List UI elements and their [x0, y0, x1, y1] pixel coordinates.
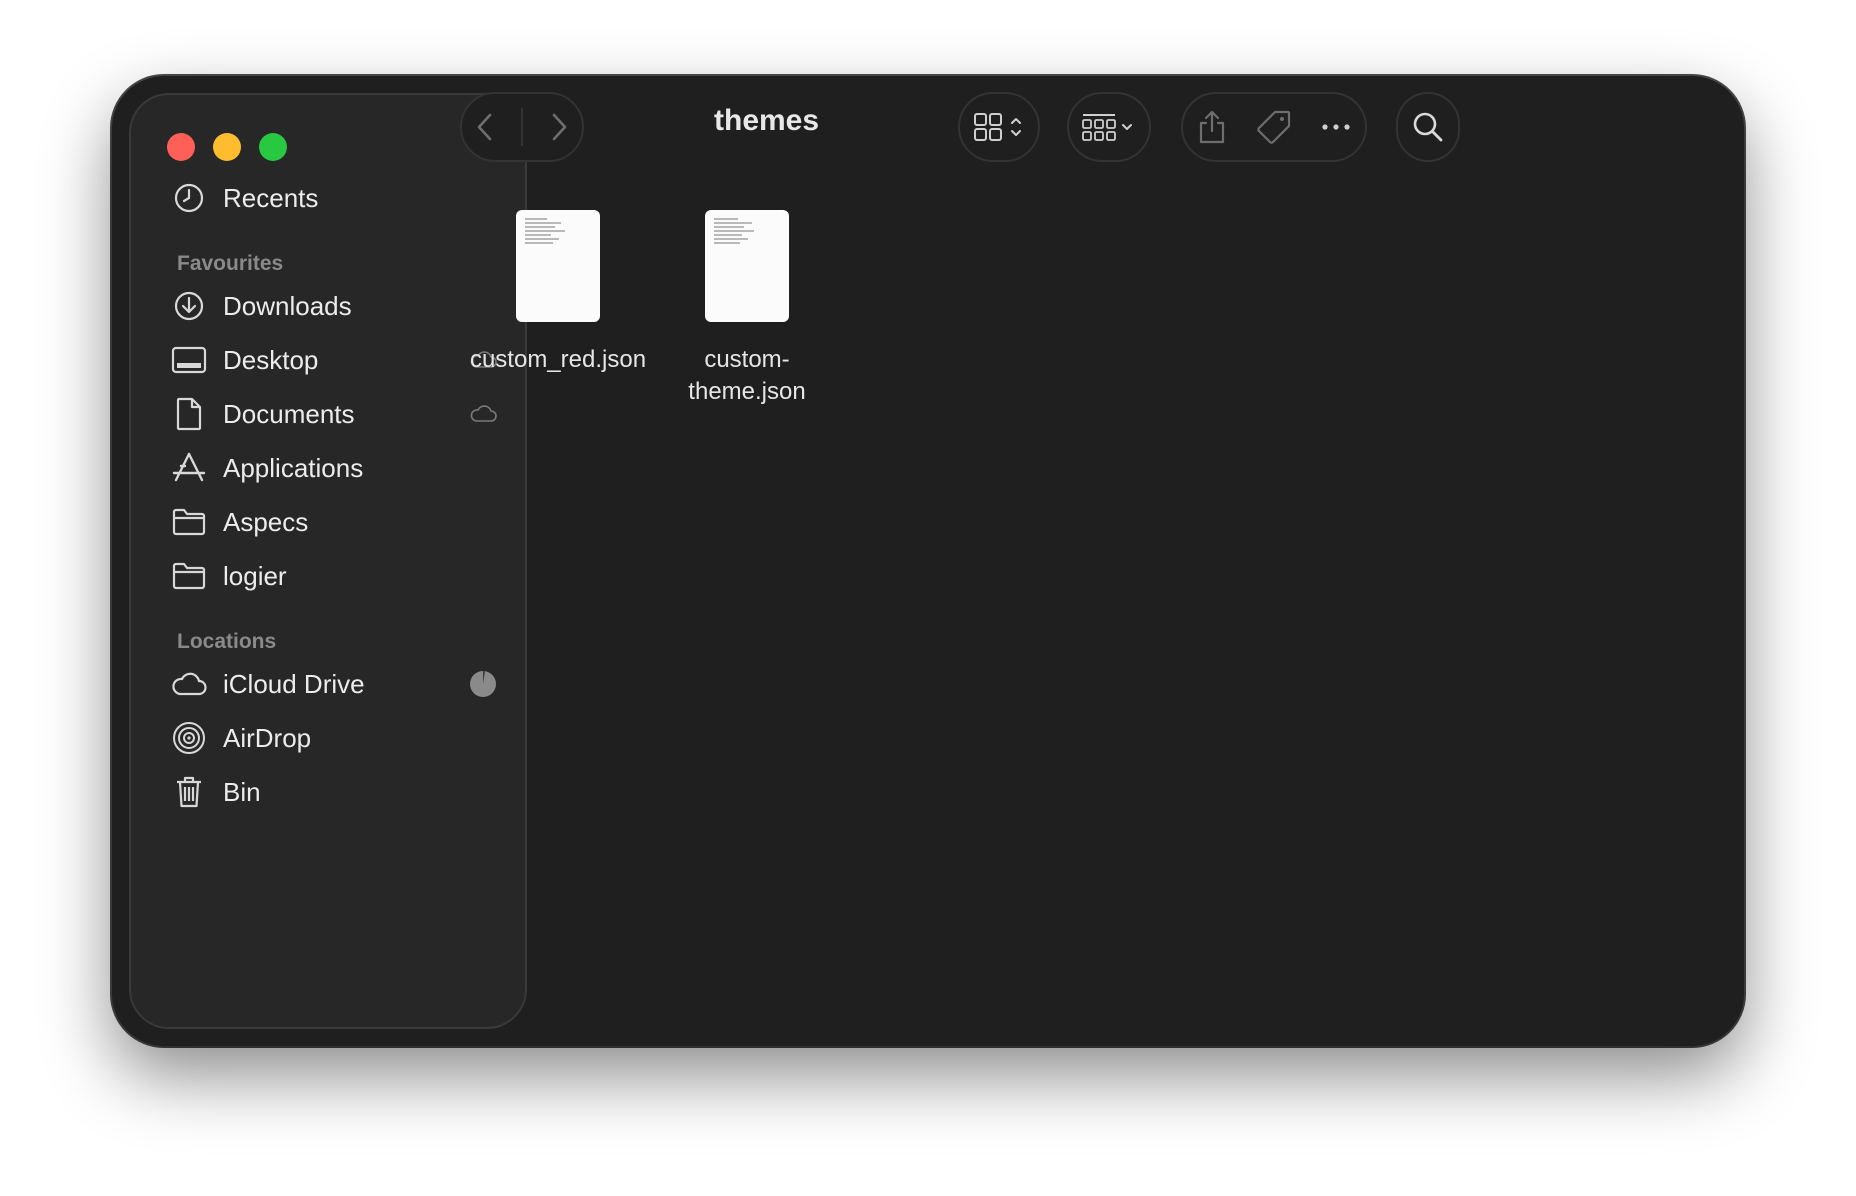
share-icon — [1200, 110, 1225, 144]
sidebar-item-label: Recents — [223, 182, 319, 213]
cloud-icon — [167, 662, 211, 706]
json-document-icon — [705, 210, 789, 322]
section-heading-favourites: Favourites — [177, 252, 284, 275]
sidebar-item-label: Desktop — [223, 344, 319, 375]
navigation-group — [460, 92, 584, 162]
tag-button[interactable] — [1256, 94, 1292, 160]
minimize-window-button[interactable] — [213, 133, 241, 161]
sidebar-item-aspecs[interactable]: Aspecs — [151, 494, 501, 550]
tag-icon — [1257, 110, 1291, 144]
section-heading-locations: Locations — [177, 630, 277, 653]
applications-icon — [167, 446, 211, 490]
file-item[interactable]: custom_red.json — [448, 210, 668, 376]
sidebar-item-logier[interactable]: logier — [151, 548, 501, 604]
sidebar-item-label: Bin — [223, 776, 261, 807]
document-icon — [167, 392, 211, 436]
sidebar-item-documents[interactable]: Documents — [151, 386, 501, 442]
search-icon — [1412, 94, 1444, 160]
storage-pie-icon — [465, 666, 501, 702]
json-document-icon — [516, 210, 600, 322]
group-button[interactable] — [1067, 92, 1151, 162]
sidebar-item-icloud-drive[interactable]: iCloud Drive — [151, 656, 501, 712]
share-button[interactable] — [1197, 94, 1227, 160]
actions-group — [1181, 92, 1367, 162]
airdrop-icon — [167, 716, 211, 760]
clock-icon — [167, 176, 211, 220]
sidebar-item-label: logier — [223, 560, 287, 591]
icloud-icon — [465, 396, 501, 432]
close-window-button[interactable] — [167, 133, 195, 161]
group-grid-icon — [1080, 94, 1138, 160]
file-name: custom_red.json — [469, 346, 647, 373]
search-button[interactable] — [1396, 92, 1460, 162]
view-mode-button[interactable] — [958, 92, 1040, 162]
sidebar-item-label: iCloud Drive — [223, 668, 365, 699]
more-button[interactable] — [1321, 94, 1351, 160]
chevron-right-icon — [552, 113, 567, 141]
sidebar-item-label: Applications — [223, 452, 364, 483]
divider — [521, 108, 523, 146]
sidebar-item-label: AirDrop — [223, 722, 312, 753]
download-icon — [167, 284, 211, 328]
window-title: themes — [714, 104, 820, 137]
forward-button[interactable] — [549, 94, 569, 160]
file-item[interactable]: custom- theme.json — [637, 210, 857, 408]
trash-icon — [167, 770, 211, 814]
sidebar-item-airdrop[interactable]: AirDrop — [151, 710, 501, 766]
ellipsis-icon — [1322, 124, 1350, 130]
sidebar-item-applications[interactable]: Applications — [151, 440, 501, 496]
icon-view-icon — [971, 94, 1027, 160]
finder-window: Recents Favourites Downloads Desktop Doc… — [112, 76, 1744, 1046]
folder-icon — [167, 554, 211, 598]
file-name: custom- theme.json — [688, 346, 806, 405]
sidebar-item-label: Aspecs — [223, 506, 309, 537]
sidebar-item-label: Documents — [223, 398, 355, 429]
back-button[interactable] — [475, 94, 495, 160]
chevron-left-icon — [477, 113, 492, 141]
sidebar-item-bin[interactable]: Bin — [151, 764, 501, 820]
maximize-window-button[interactable] — [259, 133, 287, 161]
folder-icon — [167, 500, 211, 544]
desktop-icon — [167, 338, 211, 382]
